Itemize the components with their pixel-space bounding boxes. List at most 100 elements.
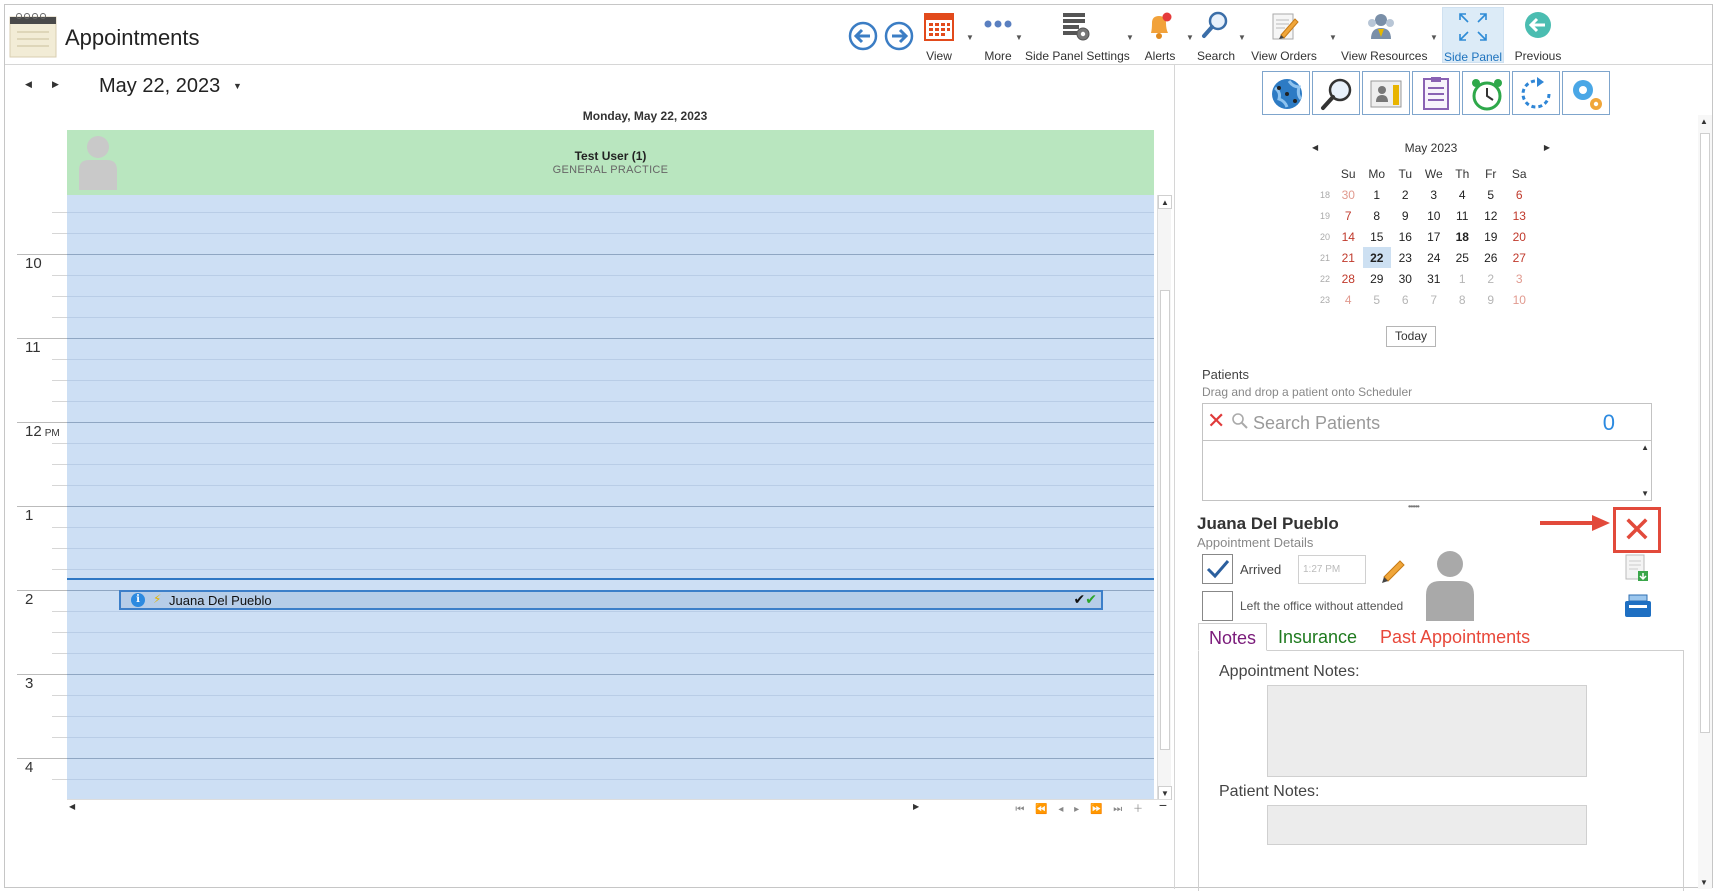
side-scroll-thumb[interactable] (1700, 133, 1710, 733)
settings-gears-tool-button[interactable] (1562, 71, 1610, 115)
horizontal-scrollbar[interactable]: ◀ ▶ ⏮ ⏪ ◂ ▸ ⏩ ⏭ ＋ − (67, 797, 1171, 815)
calendar-day[interactable]: 8 (1448, 289, 1477, 310)
calendar-day[interactable]: 8 (1363, 205, 1392, 226)
search-tool-button[interactable] (1312, 71, 1360, 115)
globe-tool-button[interactable] (1262, 71, 1310, 115)
tab-past-appointments[interactable]: Past Appointments (1370, 623, 1540, 651)
current-date-label[interactable]: May 22, 2023 (99, 75, 220, 98)
calendar-day[interactable]: 28 (1334, 268, 1363, 289)
calendar-day[interactable]: 9 (1391, 205, 1420, 226)
date-dropdown-caret-icon[interactable]: ▼ (233, 81, 242, 91)
side-panel-toggle-button[interactable]: Side Panel (1442, 7, 1504, 64)
arrived-checkbox[interactable] (1202, 554, 1233, 584)
time-grid[interactable]: 10 11 12 PM 1 2 3 4 i ⚡ Juana Del Pueblo ✔✔ (17, 195, 1154, 800)
arrived-time-field[interactable]: 1:27 PM (1298, 555, 1366, 584)
view-orders-button[interactable]: View Orders (1249, 7, 1319, 63)
side-panel-scrollbar[interactable]: ▲ ▼ (1698, 115, 1712, 889)
calendar-day[interactable]: 4 (1334, 289, 1363, 310)
alarm-clock-tool-button[interactable] (1462, 71, 1510, 115)
splitter-grip-icon[interactable]: •••••• (1408, 502, 1420, 511)
more-dropdown-caret-icon[interactable]: ▼ (1015, 33, 1023, 42)
calendar-day[interactable]: 5 (1477, 184, 1506, 205)
contact-card-tool-button[interactable] (1362, 71, 1410, 115)
time-slots[interactable]: i ⚡ Juana Del Pueblo ✔✔ (67, 195, 1154, 800)
tab-notes[interactable]: Notes (1198, 623, 1268, 651)
zoom-out-icon[interactable]: − (1159, 797, 1167, 813)
calendar-day[interactable]: 30 (1391, 268, 1420, 289)
tab-insurance[interactable]: Insurance (1268, 623, 1367, 651)
side-scroll-down-icon[interactable]: ▼ (1700, 878, 1708, 887)
list-scroll-up-icon[interactable]: ▲ (1641, 443, 1649, 452)
prev-day-icon[interactable]: ◀ (25, 79, 32, 90)
alerts-button[interactable]: Alerts (1137, 7, 1183, 63)
calendar-day[interactable]: 18 (1448, 226, 1477, 247)
next-day-icon[interactable]: ▶ (52, 79, 59, 90)
calendar-day[interactable]: 5 (1363, 289, 1392, 310)
search-button[interactable]: Search (1193, 7, 1239, 63)
calendar-day[interactable]: 14 (1334, 226, 1363, 247)
document-download-icon[interactable] (1624, 553, 1650, 588)
calendar-day[interactable]: 7 (1420, 289, 1449, 310)
scroll-thumb[interactable] (1160, 290, 1170, 750)
calendar-day[interactable]: 9 (1477, 289, 1506, 310)
calendar-day[interactable]: 29 (1363, 268, 1392, 289)
view-resources-button[interactable]: View Resources (1341, 7, 1427, 63)
scanner-icon[interactable] (1623, 593, 1653, 624)
vertical-scrollbar[interactable]: ▲ ▼ (1157, 195, 1172, 800)
patient-notes-field[interactable] (1267, 805, 1587, 845)
search-patients-input[interactable] (1253, 412, 1573, 434)
calendar-day[interactable]: 1 (1448, 268, 1477, 289)
clear-search-icon[interactable]: ✕ (1207, 410, 1225, 432)
view-dropdown-caret-icon[interactable]: ▼ (966, 33, 974, 42)
resource-header[interactable]: Test User (1) GENERAL PRACTICE (67, 130, 1154, 195)
back-arrow-button[interactable] (847, 20, 879, 52)
calendar-day[interactable]: 3 (1420, 184, 1449, 205)
calendar-day[interactable]: 19 (1477, 226, 1506, 247)
today-button[interactable]: Today (1386, 326, 1436, 347)
calendar-day[interactable]: 7 (1334, 205, 1363, 226)
patient-list[interactable]: ▲ ▼ (1202, 441, 1652, 501)
resources-dropdown-caret-icon[interactable]: ▼ (1430, 33, 1438, 42)
appointment-notes-field[interactable] (1267, 685, 1587, 777)
close-detail-button[interactable]: ✕ (1613, 507, 1661, 553)
previous-button[interactable]: Previous (1509, 7, 1567, 63)
calendar-day[interactable]: 2 (1391, 184, 1420, 205)
calendar-day[interactable]: 23 (1391, 247, 1420, 268)
appointment-block[interactable]: i ⚡ Juana Del Pueblo ✔✔ (119, 590, 1103, 610)
next-month-icon[interactable]: ▶ (1544, 143, 1550, 152)
calendar-day[interactable]: 3 (1505, 268, 1534, 289)
scroll-up-icon[interactable]: ▲ (1158, 195, 1172, 209)
checklist-tool-button[interactable] (1412, 71, 1460, 115)
calendar-day[interactable]: 12 (1477, 205, 1506, 226)
calendar-day[interactable]: 24 (1420, 247, 1449, 268)
search-dropdown-caret-icon[interactable]: ▼ (1238, 33, 1246, 42)
scroll-right-icon[interactable]: ▶ (913, 802, 919, 811)
calendar-day[interactable]: 17 (1420, 226, 1449, 247)
pencil-icon[interactable] (1378, 555, 1408, 590)
side-panel-settings-button[interactable]: Side Panel Settings (1025, 7, 1130, 63)
calendar-day[interactable]: 20 (1505, 226, 1534, 247)
calendar-day[interactable]: 16 (1391, 226, 1420, 247)
calendar-day[interactable]: 13 (1505, 205, 1534, 226)
calendar-day[interactable]: 31 (1420, 268, 1449, 289)
view-button[interactable]: View (917, 7, 961, 63)
calendar-day[interactable]: 21 (1334, 247, 1363, 268)
calendar-day[interactable]: 26 (1477, 247, 1506, 268)
info-icon[interactable]: i (131, 593, 145, 607)
calendar-day[interactable]: 25 (1448, 247, 1477, 268)
scroll-left-icon[interactable]: ◀ (69, 802, 75, 811)
calendar-day[interactable]: 6 (1391, 289, 1420, 310)
calendar-day[interactable]: 10 (1420, 205, 1449, 226)
calendar-day[interactable]: 4 (1448, 184, 1477, 205)
resource-nav-icons[interactable]: ⏮ ⏪ ◂ ▸ ⏩ ⏭ ＋ (1015, 800, 1147, 815)
orders-dropdown-caret-icon[interactable]: ▼ (1329, 33, 1337, 42)
calendar-day[interactable]: 27 (1505, 247, 1534, 268)
settings-dropdown-caret-icon[interactable]: ▼ (1126, 33, 1134, 42)
list-scroll-down-icon[interactable]: ▼ (1641, 489, 1649, 498)
calendar-day[interactable]: 2 (1477, 268, 1506, 289)
forward-arrow-button[interactable] (883, 20, 915, 52)
calendar-day[interactable]: 1 (1363, 184, 1392, 205)
calendar-day[interactable]: 30 (1334, 184, 1363, 205)
side-scroll-up-icon[interactable]: ▲ (1700, 117, 1708, 126)
calendar-day[interactable]: 10 (1505, 289, 1534, 310)
